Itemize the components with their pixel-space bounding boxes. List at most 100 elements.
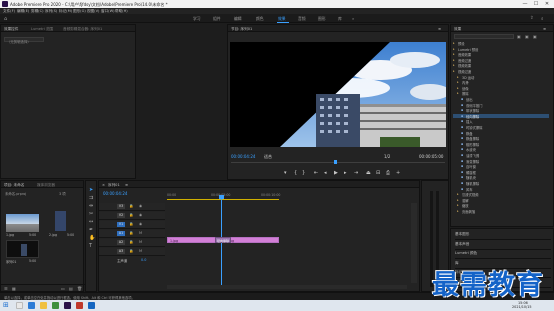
- workspace-graphics[interactable]: 图形: [318, 16, 326, 22]
- program-quality-select[interactable]: 1/2: [384, 154, 390, 159]
- selection-tool-icon[interactable]: ➤: [89, 187, 93, 193]
- clip-thumbnail-1[interactable]: [6, 214, 39, 232]
- effects-panel-menu-icon[interactable]: ≡: [543, 27, 546, 31]
- effects-tree-item[interactable]: ▸ Lumetri 预设: [453, 47, 549, 52]
- transition-block[interactable]: 径向擦除: [215, 237, 231, 243]
- pen-tool-icon[interactable]: ✒: [89, 227, 93, 233]
- track-mute-icon[interactable]: M: [139, 240, 142, 244]
- more-workspaces-icon[interactable]: »: [352, 16, 354, 21]
- master-track-volume[interactable]: 0.0: [141, 258, 146, 262]
- 32bit-effects-icon[interactable]: ▣: [525, 34, 529, 39]
- effects-tree-item[interactable]: ▸ 音频过渡: [453, 58, 549, 63]
- program-scrubber-track[interactable]: [231, 162, 445, 163]
- track-target-toggle[interactable]: A1: [117, 231, 125, 236]
- clock-date[interactable]: 2021/10/15: [512, 305, 532, 309]
- extract-icon[interactable]: ⊟: [376, 170, 380, 176]
- track-eye-icon[interactable]: ◉: [139, 204, 142, 208]
- workspace-audio[interactable]: 音频: [298, 16, 306, 22]
- track-target-toggle[interactable]: A2: [117, 240, 125, 245]
- track-mute-icon[interactable]: M: [139, 231, 142, 235]
- effects-tree-item[interactable]: ▪ 插入: [453, 119, 549, 124]
- track-select-tool-icon[interactable]: ⇉: [89, 195, 93, 201]
- effects-tree-item[interactable]: ▸ 溶解: [453, 198, 549, 203]
- timeline-horizontal-scrollbar[interactable]: [167, 285, 407, 289]
- effects-tree-item[interactable]: ▸ 沉浸式视频: [453, 192, 549, 197]
- app-taskbar-icon-1[interactable]: [52, 302, 59, 309]
- search-icon[interactable]: ⌕: [541, 16, 544, 22]
- timeline-sequence-tab[interactable]: 序列01: [108, 183, 120, 188]
- edge-taskbar-icon[interactable]: [28, 302, 35, 309]
- close-button[interactable]: ✕: [542, 1, 552, 7]
- work-area-bar[interactable]: [167, 199, 279, 200]
- clip-thumbnail-2[interactable]: [55, 211, 66, 231]
- tab-project[interactable]: 项目: 未命名: [4, 183, 24, 188]
- list-view-icon[interactable]: ☰: [4, 286, 8, 291]
- mark-in-icon[interactable]: {: [294, 170, 297, 176]
- type-tool-icon[interactable]: T: [89, 243, 92, 249]
- track-lock-icon[interactable]: 🔒: [129, 222, 133, 226]
- app-taskbar-icon-2[interactable]: [76, 302, 83, 309]
- share-icon[interactable]: ⇪: [530, 16, 534, 21]
- go-to-in-icon[interactable]: ⇤: [314, 170, 318, 176]
- track-target-toggle[interactable]: V2: [117, 213, 125, 218]
- windows-start-icon[interactable]: ⊞: [3, 301, 9, 309]
- new-item-icon[interactable]: ▤: [69, 286, 73, 291]
- hand-tool-icon[interactable]: ✋: [89, 235, 95, 241]
- track-target-toggle[interactable]: A3: [117, 249, 125, 254]
- effects-tree-item[interactable]: ▪ 渐变擦除: [453, 159, 549, 164]
- export-frame-icon[interactable]: ⎙: [386, 170, 390, 176]
- track-lock-icon[interactable]: 🔒: [129, 213, 133, 217]
- sequence-thumbnail[interactable]: [6, 240, 39, 258]
- effects-tree-item[interactable]: ▸ 缩放: [453, 203, 549, 208]
- tab-audio-clip-mixer[interactable]: 音频剪辑混合器: 序列01: [63, 27, 102, 32]
- step-forward-icon[interactable]: ▸: [344, 170, 347, 176]
- lower-panel-header[interactable]: Lumetri 颜色: [455, 251, 551, 259]
- effects-tree-item[interactable]: ▸ 视频过渡: [453, 69, 549, 74]
- track-target-toggle[interactable]: V3: [117, 204, 125, 209]
- accelerated-effects-icon[interactable]: ▣: [517, 34, 521, 39]
- search-taskbar-icon[interactable]: [16, 302, 23, 309]
- effects-tree-item[interactable]: ▸ 音频效果: [453, 52, 549, 57]
- effects-tree-item[interactable]: ▪ 棋盘: [453, 131, 549, 136]
- effects-tree-item[interactable]: ▸ 视频效果: [453, 63, 549, 68]
- effects-tree-item[interactable]: ▪ 双侧平推门: [453, 103, 549, 108]
- effects-tree-item[interactable]: ▸ 预设: [453, 41, 549, 46]
- timeline-vertical-scrollbar[interactable]: [411, 203, 417, 283]
- clock-time[interactable]: 15:06: [518, 301, 528, 305]
- effects-tree-item[interactable]: ▪ 楔形擦除: [453, 142, 549, 147]
- program-monitor-title[interactable]: 节目: 序列01: [231, 27, 252, 32]
- word-taskbar-icon[interactable]: [88, 302, 95, 309]
- go-to-out-icon[interactable]: ⇥: [354, 170, 358, 176]
- workspace-libraries[interactable]: 库: [338, 16, 342, 22]
- program-fit-select[interactable]: 适合: [264, 154, 272, 160]
- effects-tree-item[interactable]: ▸ 内滑: [453, 80, 549, 85]
- tab-effect-controls[interactable]: 效果控件: [4, 27, 18, 32]
- effects-tree-item[interactable]: ▪ 风车: [453, 187, 549, 192]
- effects-tree-item[interactable]: ▸ 页面剥落: [453, 209, 549, 214]
- workspace-learn[interactable]: 学习: [193, 16, 201, 22]
- effects-tree-item[interactable]: ▸ 擦除: [453, 91, 549, 96]
- timeline-menu-icon[interactable]: ≡: [125, 183, 128, 187]
- timeline-close-icon[interactable]: ×: [102, 183, 105, 187]
- effects-tree-item[interactable]: ▪ 时钟式擦除: [453, 125, 549, 130]
- track-eye-icon[interactable]: ◉: [139, 213, 142, 217]
- track-eye-icon[interactable]: ◉: [139, 222, 142, 226]
- effects-tree-item[interactable]: ▪ 随机擦除: [453, 181, 549, 186]
- razor-tool-icon[interactable]: ✂: [89, 211, 93, 217]
- track-lock-icon[interactable]: 🔒: [129, 231, 133, 235]
- minimize-button[interactable]: —: [520, 1, 530, 7]
- track-lock-icon[interactable]: 🔒: [129, 204, 133, 208]
- timeline-timecode[interactable]: 00:00:04:24: [103, 191, 127, 196]
- button-editor-icon[interactable]: +: [396, 170, 400, 176]
- clear-icon[interactable]: 🗑: [77, 286, 82, 291]
- tab-media-browser[interactable]: 媒体浏览器: [37, 183, 55, 188]
- track-target-toggle[interactable]: V1: [117, 222, 125, 227]
- track-lock-icon[interactable]: 🔒: [129, 240, 133, 244]
- effects-tree-item[interactable]: ▪ 百叶窗: [453, 164, 549, 169]
- premiere-taskbar-icon[interactable]: [64, 302, 71, 309]
- effects-tree-item[interactable]: ▪ 径向擦除: [453, 113, 549, 119]
- maximize-button[interactable]: ☐: [531, 1, 541, 7]
- effects-tree-item[interactable]: ▪ 水波块: [453, 147, 549, 152]
- effects-tree-item[interactable]: ▸ 3D 运动: [453, 75, 549, 80]
- effects-tree-item[interactable]: ▪ 带状擦除: [453, 108, 549, 113]
